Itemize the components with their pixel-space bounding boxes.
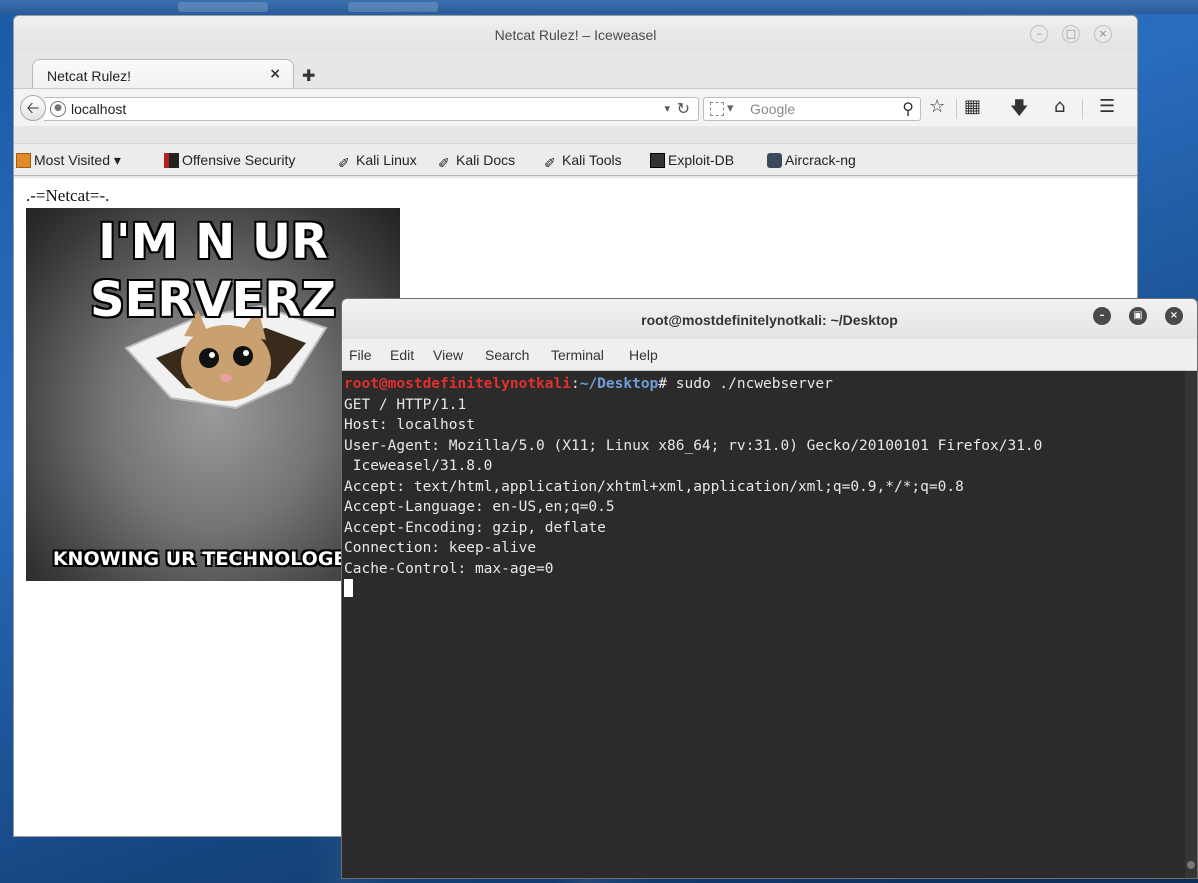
terminal-line: Connection: keep-alive [344, 540, 537, 556]
bookmark-most-visited[interactable]: Most Visited ▾ [16, 152, 121, 169]
new-tab-icon[interactable]: ✚ [302, 66, 315, 85]
kali-dragon-icon: ✐ [544, 155, 556, 171]
reload-icon[interactable]: ↻ [677, 99, 690, 118]
terminal-window-title: root@mostdefinitelynotkali: ~/Desktop [641, 312, 898, 328]
menu-file[interactable]: File [349, 347, 372, 363]
offsec-icon [164, 153, 179, 168]
back-button[interactable]: 🡠 [20, 95, 46, 121]
browser-titlebar[interactable]: Netcat Rulez! – Iceweasel – □ × [14, 16, 1137, 53]
top-panel [0, 0, 1198, 14]
meme-caption-top: I'M N UR [98, 214, 328, 270]
minimize-icon[interactable]: – [1030, 25, 1048, 43]
page-heading: .-=Netcat=-. [26, 186, 110, 205]
tab-close-icon[interactable]: × [269, 66, 281, 82]
url-text[interactable]: localhost [71, 101, 126, 117]
tab-netcat-rulez[interactable]: Netcat Rulez! × [32, 59, 294, 90]
site-identity-globe-icon[interactable]: ● [50, 101, 66, 117]
search-bar[interactable]: ▾ Google ⚲ [703, 97, 921, 121]
minimize-icon[interactable]: – [1093, 307, 1111, 325]
downloads-icon[interactable]: 🡇 [1010, 96, 1029, 126]
terminal-output[interactable]: root@mostdefinitelynotkali:~/Desktop# su… [342, 371, 1197, 878]
bookmark-aircrack-ng[interactable]: Aircrack-ng [767, 152, 856, 168]
kali-dragon-icon: ✐ [338, 155, 350, 171]
search-engine-icon [710, 101, 724, 116]
terminal-line: Accept-Language: en-US,en;q=0.5 [344, 499, 615, 515]
text-cursor [344, 579, 353, 597]
terminal-cursor-line [344, 579, 1195, 601]
terminal-line: User-Agent: Mozilla/5.0 (X11; Linux x86_… [344, 437, 1043, 454]
terminal-line: Accept: text/html,application/xhtml+xml,… [344, 478, 964, 495]
prompt-command: # sudo ./ncwebserver [658, 376, 833, 392]
home-icon[interactable]: ⌂ [1054, 96, 1065, 117]
maximize-icon[interactable]: □ [1062, 25, 1080, 43]
scrollbar-thumb[interactable] [1187, 861, 1195, 869]
toolbar-separator [956, 99, 957, 119]
terminal-line: Accept-Encoding: gzip, deflate [344, 519, 606, 536]
search-engine-dropdown-icon: ▾ [727, 101, 734, 116]
bookmark-offensive-security[interactable]: Offensive Security [164, 152, 295, 168]
toolbar-separator [1082, 99, 1083, 119]
terminal-line: Host: localhost [344, 417, 475, 433]
bookmark-kali-linux[interactable]: ✐ Kali Linux [338, 152, 417, 171]
terminal-prompt-line: root@mostdefinitelynotkali:~/Desktop# su… [344, 376, 833, 392]
menu-view[interactable]: View [433, 347, 463, 363]
navigation-toolbar: ● localhost ▾ ↻ 🡠 ▾ Google ⚲ ☆ ▦ 🡇 ⌂ ☰ [14, 88, 1137, 126]
menu-help[interactable]: Help [629, 347, 658, 363]
browser-window-title: Netcat Rulez! – Iceweasel [494, 27, 657, 43]
url-history-dropdown-icon[interactable]: ▾ [664, 102, 670, 115]
bookmark-kali-tools[interactable]: ✐ Kali Tools [544, 152, 622, 171]
close-icon[interactable]: × [1165, 307, 1183, 325]
exploitdb-icon [650, 153, 665, 168]
aircrack-icon [767, 153, 782, 168]
menu-edit[interactable]: Edit [390, 347, 414, 363]
terminal-scrollbar[interactable] [1185, 371, 1197, 878]
url-bar[interactable]: ● localhost ▾ ↻ [44, 97, 699, 121]
terminal-window: root@mostdefinitelynotkali: ~/Desktop – … [341, 298, 1198, 879]
close-icon[interactable]: × [1094, 25, 1112, 43]
prompt-path: ~/Desktop [579, 376, 659, 392]
back-arrow-icon: 🡠 [26, 98, 40, 117]
kali-dragon-icon: ✐ [438, 155, 450, 171]
hamburger-menu-icon[interactable]: ☰ [1099, 96, 1115, 117]
prompt-user: root@mostdefinitelynotkali [344, 376, 571, 392]
tab-label: Netcat Rulez! [47, 68, 132, 84]
search-placeholder: Google [750, 101, 796, 117]
search-engine-selector[interactable]: ▾ [710, 101, 734, 116]
menu-search[interactable]: Search [485, 347, 529, 363]
terminal-line: Cache-Control: max-age=0 [344, 560, 554, 577]
tab-strip: Netcat Rulez! × ✚ [14, 53, 1137, 90]
bookmarks-menu-icon[interactable]: ▦ [964, 96, 981, 117]
maximize-icon[interactable]: ▣ [1129, 307, 1147, 325]
panel-window-button[interactable] [348, 2, 438, 12]
bookmark-exploit-db[interactable]: Exploit-DB [650, 152, 734, 168]
bookmark-kali-docs[interactable]: ✐ Kali Docs [438, 152, 515, 171]
search-icon[interactable]: ⚲ [902, 99, 914, 118]
menu-terminal[interactable]: Terminal [551, 347, 604, 363]
terminal-titlebar[interactable]: root@mostdefinitelynotkali: ~/Desktop – … [342, 299, 1197, 339]
bookmarks-toolbar: Most Visited ▾ Offensive Security ✐ Kali … [14, 143, 1137, 176]
terminal-line: Iceweasel/31.8.0 [344, 458, 493, 474]
bookmark-star-icon[interactable]: ☆ [929, 96, 945, 117]
folder-icon [16, 153, 31, 168]
panel-window-button[interactable] [178, 2, 268, 12]
terminal-line: GET / HTTP/1.1 [344, 396, 467, 413]
terminal-menubar: File Edit View Search Terminal Help [342, 339, 1197, 371]
